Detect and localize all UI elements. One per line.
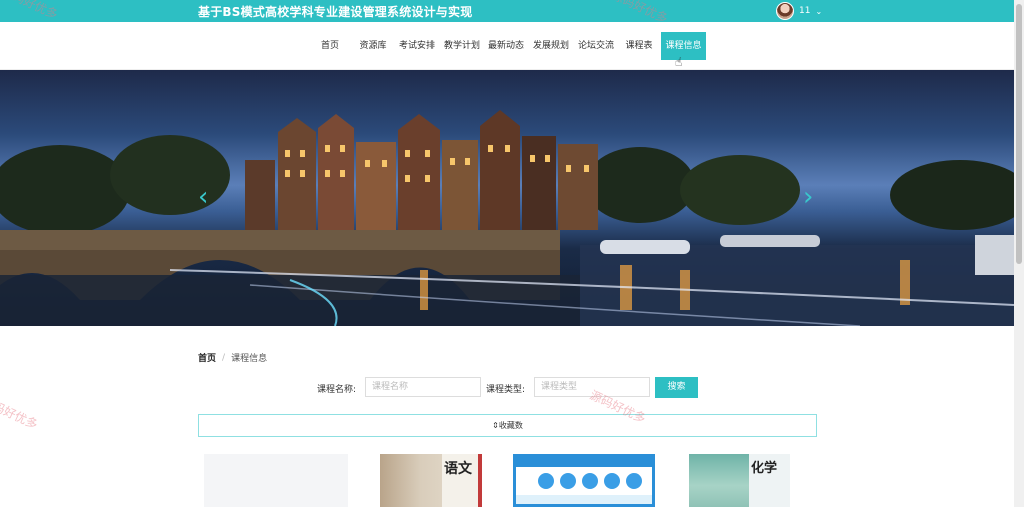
nav-development[interactable]: 发展规划 bbox=[533, 32, 569, 60]
cover-circle bbox=[538, 473, 554, 489]
main-nav: 首页 资源库 考试安排 教学计划 最新动态 发展规划 论坛交流 课程表 课程信息 bbox=[0, 22, 1014, 70]
site-title: 基于BS模式高校学科专业建设管理系统设计与实现 bbox=[198, 5, 473, 19]
course-card-title: 语文 bbox=[444, 461, 472, 477]
scrollbar-thumb[interactable] bbox=[1016, 4, 1022, 264]
cover-circle bbox=[582, 473, 598, 489]
search-button[interactable]: 搜索 bbox=[655, 377, 698, 398]
nav-news[interactable]: 最新动态 bbox=[488, 32, 524, 60]
user-menu[interactable]: 11 ⌄ bbox=[776, 2, 822, 20]
breadcrumb-current: 课程信息 bbox=[231, 354, 268, 364]
course-name-input[interactable]: 课程名称 bbox=[365, 377, 481, 397]
course-name-label: 课程名称: bbox=[317, 385, 357, 395]
cover-circle bbox=[604, 473, 620, 489]
nav-teaching-plan[interactable]: 教学计划 bbox=[444, 32, 480, 60]
cover-circle bbox=[560, 473, 576, 489]
chevron-left-icon[interactable]: ‹ bbox=[198, 184, 208, 210]
breadcrumb-home[interactable]: 首页 bbox=[198, 351, 216, 364]
nav-course-info[interactable]: 课程信息 bbox=[661, 32, 706, 60]
book-spine-stripe bbox=[478, 454, 482, 507]
nav-forum[interactable]: 论坛交流 bbox=[578, 32, 614, 60]
username[interactable]: 11 bbox=[799, 6, 810, 16]
cover-circle bbox=[626, 473, 642, 489]
chevron-right-icon[interactable]: › bbox=[803, 184, 813, 210]
top-header-bar: 基于BS模式高校学科专业建设管理系统设计与实现 11 ⌄ bbox=[0, 0, 1014, 22]
nav-home[interactable]: 首页 bbox=[318, 32, 342, 60]
course-card-4[interactable]: 化学 bbox=[689, 454, 790, 507]
sort-by-favorites[interactable]: ⇕收藏数 bbox=[198, 414, 817, 437]
course-card-1[interactable] bbox=[204, 454, 348, 507]
course-card-2[interactable]: 语文 bbox=[380, 454, 482, 507]
cover-footer-band bbox=[516, 495, 652, 504]
chevron-down-icon[interactable]: ⌄ bbox=[815, 7, 822, 16]
banner-image bbox=[0, 110, 1014, 326]
course-card-3[interactable] bbox=[513, 454, 655, 507]
page: 基于BS模式高校学科专业建设管理系统设计与实现 11 ⌄ 首页 资源库 考试安排… bbox=[0, 0, 1024, 507]
nav-resources[interactable]: 资源库 bbox=[359, 32, 387, 60]
avatar[interactable] bbox=[776, 2, 794, 20]
pointer-hand-icon: ☝ bbox=[675, 55, 683, 69]
course-card-title: 化学 bbox=[751, 461, 778, 476]
cover-header-band bbox=[516, 457, 652, 467]
page-scrollbar[interactable] bbox=[1014, 0, 1024, 507]
nav-exams[interactable]: 考试安排 bbox=[399, 32, 435, 60]
breadcrumb: 首页 / 课程信息 bbox=[198, 351, 268, 365]
course-type-label: 课程类型: bbox=[486, 385, 526, 395]
breadcrumb-separator: / bbox=[222, 352, 226, 363]
nav-timetable[interactable]: 课程表 bbox=[625, 32, 653, 60]
watermark: 源码好优多 bbox=[0, 393, 40, 432]
banner-carousel[interactable]: ‹ › bbox=[0, 70, 1014, 326]
